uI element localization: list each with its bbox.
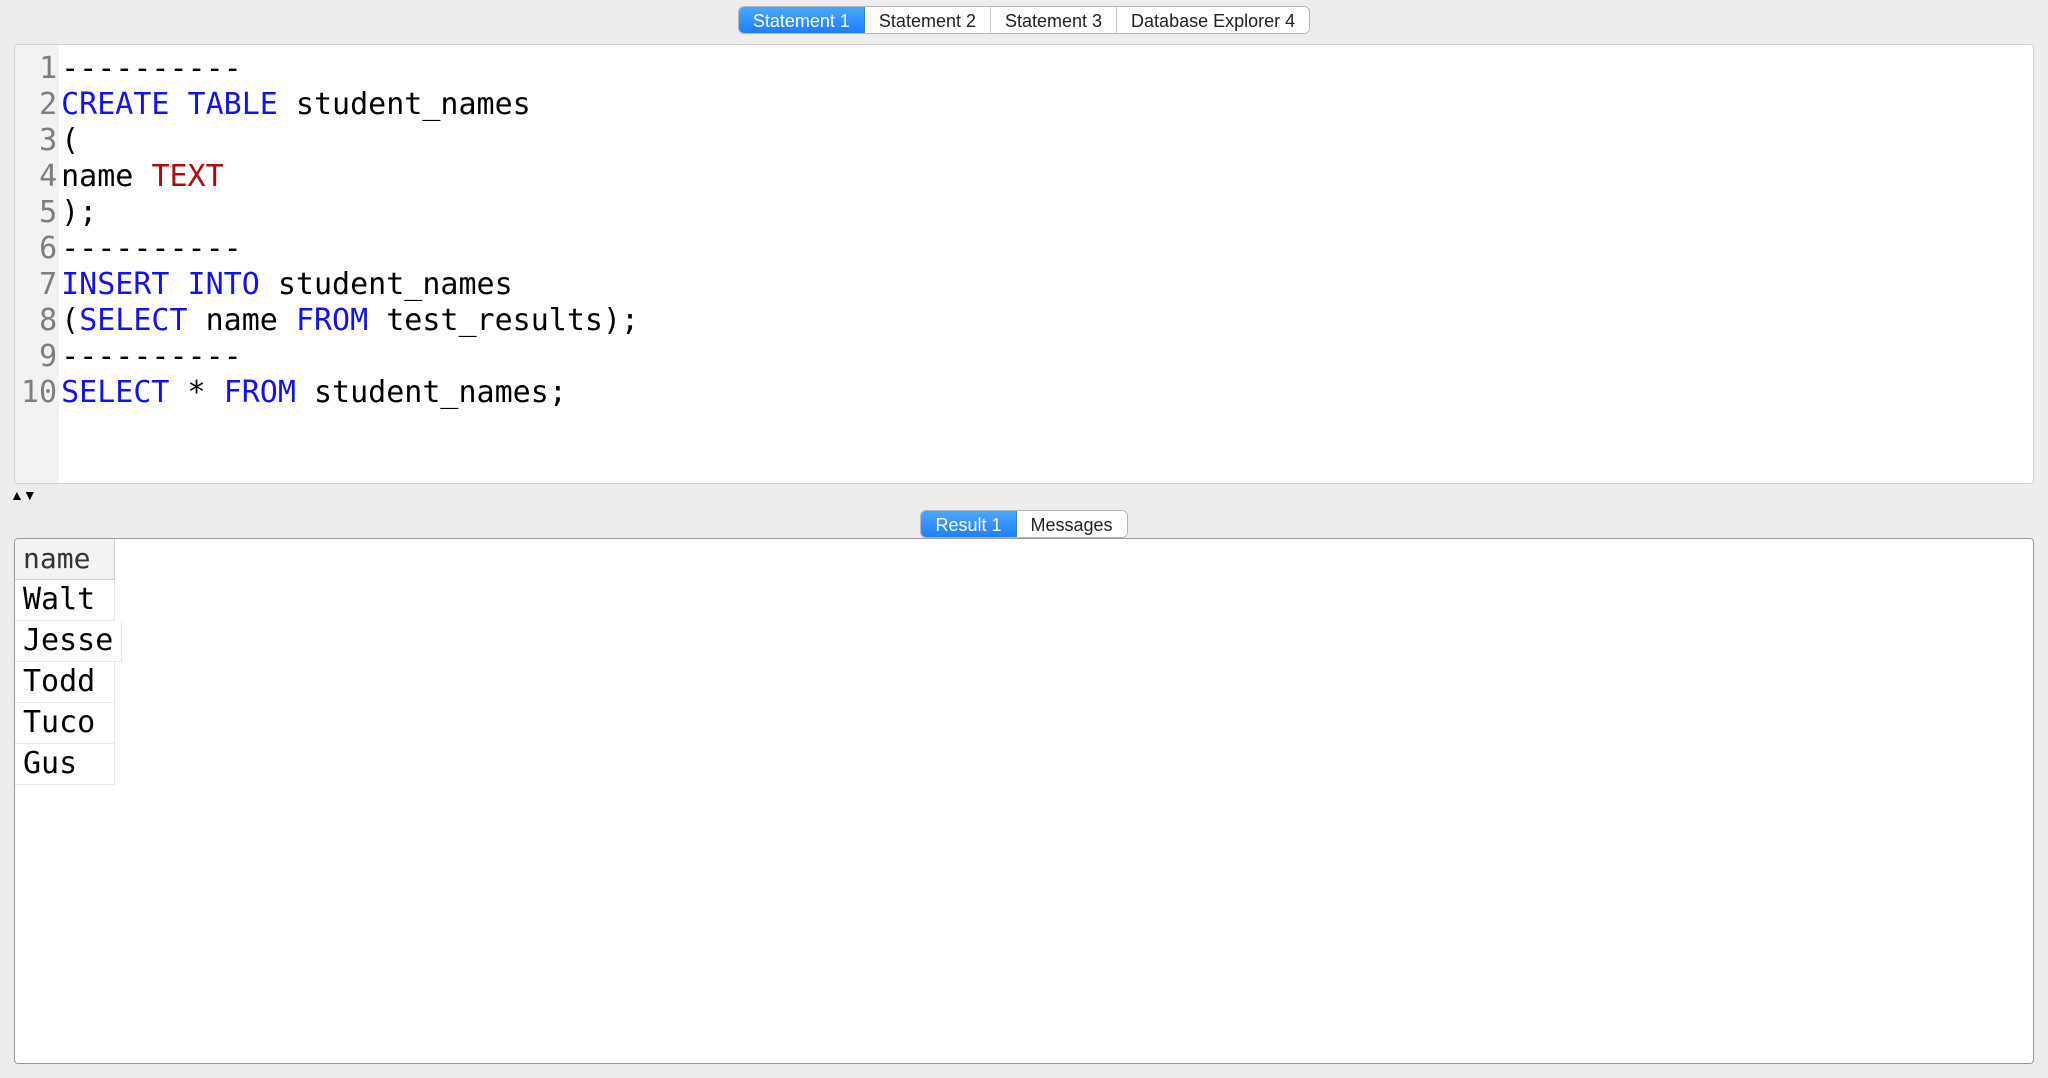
- line-number: 8: [21, 303, 57, 339]
- tab-label: Statement 3: [1005, 11, 1102, 31]
- result-table: nameWaltJesseToddTucoGus: [15, 539, 2033, 785]
- token-ident: name: [188, 303, 296, 338]
- splitter-down-icon: ▼: [23, 490, 36, 500]
- line-number: 6: [21, 231, 57, 267]
- top-tab[interactable]: Database Explorer 4: [1117, 7, 1309, 33]
- result-row[interactable]: Gus: [15, 744, 2033, 785]
- token-type: TEXT: [151, 159, 223, 194]
- token-punc: (: [61, 303, 79, 338]
- bottom-tab[interactable]: Result 1: [921, 511, 1016, 537]
- line-number: 3: [21, 123, 57, 159]
- tab-label: Statement 1: [753, 11, 850, 31]
- token-ident: ----------: [61, 339, 242, 374]
- code-line[interactable]: CREATE TABLE student_names: [61, 87, 2023, 123]
- code-line[interactable]: name TEXT: [61, 159, 2023, 195]
- result-cell[interactable]: Walt: [15, 580, 115, 621]
- token-punc: ;: [549, 375, 567, 410]
- line-number: 7: [21, 267, 57, 303]
- token-ident: ----------: [61, 231, 242, 266]
- code-line[interactable]: (: [61, 123, 2023, 159]
- sql-editor-panel: 12345678910 ----------CREATE TABLE stude…: [14, 44, 2034, 484]
- token-ident: name: [61, 159, 151, 194]
- token-ident: student_names: [296, 375, 549, 410]
- result-row[interactable]: Tuco: [15, 703, 2033, 744]
- token-ident: test_results: [368, 303, 603, 338]
- token-kw: FROM: [224, 375, 296, 410]
- app-root: Statement 1 Statement 2 Statement 3 Databas…: [0, 0, 2048, 1078]
- token-ident: ----------: [61, 51, 242, 86]
- editor-code[interactable]: ----------CREATE TABLE student_names(nam…: [59, 45, 2033, 483]
- code-line[interactable]: INSERT INTO student_names: [61, 267, 2023, 303]
- line-number: 5: [21, 195, 57, 231]
- code-line[interactable]: ----------: [61, 51, 2023, 87]
- token-kw: SELECT: [79, 303, 187, 338]
- code-line[interactable]: (SELECT name FROM test_results);: [61, 303, 2023, 339]
- result-cell[interactable]: Todd: [15, 662, 115, 703]
- results-area: nameWaltJesseToddTucoGus: [0, 538, 2048, 1078]
- bottom-tab[interactable]: Messages: [1017, 511, 1127, 537]
- result-row[interactable]: Jesse: [15, 621, 2033, 662]
- line-number: 4: [21, 159, 57, 195]
- token-punc: );: [603, 303, 639, 338]
- token-kw: INSERT INTO: [61, 267, 260, 302]
- result-row[interactable]: Walt: [15, 580, 2033, 621]
- tab-label: Database Explorer 4: [1131, 11, 1295, 31]
- token-ident: student_names: [260, 267, 513, 302]
- result-header-row: name: [15, 539, 2033, 580]
- tab-label: Result 1: [935, 515, 1001, 535]
- top-tab[interactable]: Statement 3: [991, 7, 1117, 33]
- token-kw: FROM: [296, 303, 368, 338]
- line-number: 1: [21, 51, 57, 87]
- line-number: 10: [21, 375, 57, 411]
- top-tab[interactable]: Statement 2: [865, 7, 991, 33]
- top-tab[interactable]: Statement 1: [739, 7, 865, 33]
- token-punc: );: [61, 195, 97, 230]
- token-kw: CREATE TABLE: [61, 87, 278, 122]
- line-number: 2: [21, 87, 57, 123]
- code-line[interactable]: ----------: [61, 231, 2023, 267]
- splitter-up-icon: ▲: [10, 490, 23, 500]
- code-line[interactable]: ----------: [61, 339, 2023, 375]
- top-tabbar-wrap: Statement 1 Statement 2 Statement 3 Databas…: [0, 0, 2048, 34]
- editor-gutter: 12345678910: [15, 45, 59, 483]
- top-tabbar: Statement 1 Statement 2 Statement 3 Databas…: [738, 6, 1310, 34]
- token-punc: (: [61, 123, 79, 158]
- code-line[interactable]: SELECT * FROM student_names;: [61, 375, 2023, 411]
- result-cell[interactable]: Gus: [15, 744, 115, 785]
- token-ident: *: [170, 375, 224, 410]
- result-row[interactable]: Todd: [15, 662, 2033, 703]
- token-ident: student_names: [278, 87, 531, 122]
- code-line[interactable]: );: [61, 195, 2023, 231]
- bottom-tabbar-wrap: Result 1 Messages: [0, 504, 2048, 538]
- result-cell[interactable]: Jesse: [15, 621, 122, 662]
- pane-splitter[interactable]: ▲▼: [0, 486, 2048, 504]
- token-kw: SELECT: [61, 375, 169, 410]
- result-cell[interactable]: Tuco: [15, 703, 115, 744]
- bottom-tabbar: Result 1 Messages: [920, 510, 1127, 538]
- results-panel: nameWaltJesseToddTucoGus: [14, 538, 2034, 1064]
- result-header-cell[interactable]: name: [15, 539, 115, 580]
- tab-label: Statement 2: [879, 11, 976, 31]
- tab-label: Messages: [1031, 515, 1113, 535]
- line-number: 9: [21, 339, 57, 375]
